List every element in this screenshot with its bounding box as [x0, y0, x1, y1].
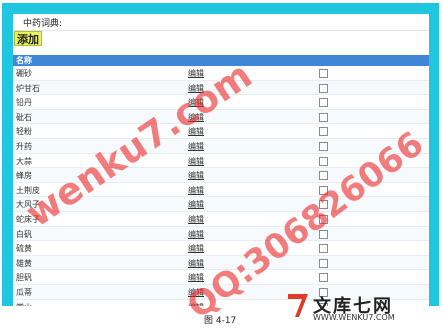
row-name: 白矾	[16, 229, 32, 239]
row-checkbox[interactable]	[319, 185, 328, 195]
table-row: 炉甘石 编辑	[13, 80, 429, 96]
row-name: 蛇床子	[16, 214, 40, 224]
edit-link[interactable]: 编辑	[188, 243, 204, 254]
page-title: 中药词典:	[23, 19, 63, 29]
edit-link[interactable]: 编辑	[188, 287, 204, 298]
page-frame: 中药词典: 添加 名称 硼砂 编辑 炉甘石 编辑 铅丹 编辑 砒石 编辑 轻粉 编辑 升药 编辑 大蒜编…	[2, 3, 439, 306]
row-checkbox[interactable]	[319, 83, 328, 93]
row-checkbox[interactable]	[319, 98, 328, 108]
row-checkbox[interactable]	[319, 244, 328, 254]
top-bar: 中药词典:	[13, 14, 429, 31]
edit-link[interactable]: 编辑	[188, 214, 204, 225]
edit-link[interactable]: 编辑	[188, 199, 204, 210]
row-name: 土荆皮	[16, 185, 40, 195]
logo-mark-icon	[288, 294, 308, 317]
edit-link[interactable]: 编辑	[188, 302, 204, 307]
table-row: 大蒜 编辑	[13, 153, 429, 169]
table-row: 胆矾 编辑	[13, 270, 429, 285]
row-checkbox[interactable]	[319, 273, 328, 283]
edit-link[interactable]: 编辑	[188, 83, 204, 94]
table-row: 大风子 编辑	[13, 197, 429, 212]
figure-caption: 图 4-17	[204, 316, 237, 326]
edit-link[interactable]: 编辑	[188, 272, 204, 283]
table-row: 升药 编辑	[13, 138, 429, 154]
row-name: 瓜蒂	[16, 287, 32, 297]
edit-link[interactable]: 编辑	[188, 156, 204, 167]
table-body: 硼砂 编辑 炉甘石 编辑 铅丹 编辑 砒石 编辑 轻粉 编辑 升药 编辑 大蒜 编辑 蜂房 编辑 土荆皮 编辑 大风…	[13, 66, 429, 306]
edit-link[interactable]: 编辑	[188, 126, 204, 137]
table-row: 硫黄 编辑	[13, 241, 429, 256]
row-name: 升药	[16, 141, 32, 151]
row-name: 硫黄	[16, 244, 32, 254]
table-row: 蛇床子 编辑	[13, 211, 429, 227]
row-name: 轻粉	[16, 127, 32, 137]
row-checkbox[interactable]	[319, 229, 328, 239]
table-row: 白矾 编辑	[13, 226, 429, 242]
edit-link[interactable]: 编辑	[188, 258, 204, 269]
row-name: 胆矾	[16, 273, 32, 283]
table-row: 土荆皮 编辑	[13, 182, 429, 198]
logo-site: WWW.WENKU7.COM	[313, 313, 395, 322]
table-row: 蜂房 编辑	[13, 168, 429, 183]
table-row: 砒石 编辑	[13, 109, 429, 125]
edit-link[interactable]: 编辑	[188, 68, 204, 79]
row-name: 蜂房	[16, 171, 32, 181]
table-row: 轻粉 编辑	[13, 124, 429, 139]
row-checkbox[interactable]	[319, 112, 328, 122]
row-name: 砒石	[16, 112, 32, 122]
edit-link[interactable]: 编辑	[188, 185, 204, 196]
table-header: 名称	[13, 55, 429, 66]
row-checkbox[interactable]	[319, 214, 328, 224]
row-checkbox[interactable]	[319, 258, 328, 268]
wenku7-logo: 文库七网 WWW.WENKU7.COM	[285, 290, 435, 322]
edit-link[interactable]: 编辑	[188, 229, 204, 240]
row-name: 硼砂	[16, 69, 32, 78]
row-name: 大蒜	[16, 156, 32, 166]
column-header-name: 名称	[16, 56, 32, 65]
edit-link[interactable]: 编辑	[188, 97, 204, 108]
edit-link[interactable]: 编辑	[188, 170, 204, 181]
edit-link[interactable]: 编辑	[188, 141, 204, 152]
row-checkbox[interactable]	[319, 171, 328, 181]
add-button[interactable]: 添加	[14, 31, 42, 46]
table-row: 硼砂 编辑	[13, 66, 429, 81]
row-checkbox[interactable]	[319, 200, 328, 210]
row-name: 炉甘石	[16, 83, 40, 93]
row-name: 雄黄	[16, 258, 32, 268]
row-name: 大风子	[16, 200, 40, 210]
row-checkbox[interactable]	[319, 127, 328, 137]
table-row: 铅丹 编辑	[13, 95, 429, 110]
edit-link[interactable]: 编辑	[188, 112, 204, 123]
content-area: 中药词典: 添加 名称 硼砂 编辑 炉甘石 编辑 铅丹 编辑 砒石 编辑 轻粉 编辑 升药 编辑 大蒜编…	[13, 14, 429, 306]
row-checkbox[interactable]	[319, 156, 328, 166]
row-name: 铅丹	[16, 98, 32, 108]
table-row: 雄黄 编辑	[13, 255, 429, 271]
row-checkbox[interactable]	[319, 141, 328, 151]
row-name: 常山	[16, 302, 32, 307]
row-checkbox[interactable]	[319, 69, 328, 78]
